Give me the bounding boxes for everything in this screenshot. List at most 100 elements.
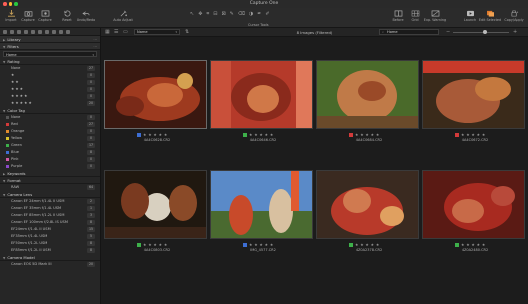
- edit-selected-button[interactable]: Edit Selected: [478, 10, 502, 26]
- picker-tool-icon[interactable]: ✒: [257, 11, 261, 17]
- image-thumbnail[interactable]: [104, 60, 207, 129]
- filter-row[interactable]: ★ ★ ★ 0: [0, 86, 100, 93]
- filter-row[interactable]: EF35mm f/1.4L USM 5: [0, 233, 100, 240]
- grid-button[interactable]: Grid: [408, 10, 422, 26]
- star-rating[interactable]: ★ ★ ★ ★ ★: [249, 242, 274, 247]
- capture-button[interactable]: Capture: [36, 10, 54, 26]
- brush-tool-icon[interactable]: ✎: [230, 11, 234, 17]
- search-input[interactable]: ⌕ Home: [379, 29, 439, 35]
- color-tag-indicator[interactable]: [455, 132, 459, 137]
- image-thumbnail-cell[interactable]: ★ ★ ★ ★ ★ 4A4C0672.CR2: [419, 37, 525, 157]
- copy-apply-button[interactable]: Copy/Apply: [503, 10, 525, 26]
- star-rating[interactable]: ★ ★ ★ ★ ★: [355, 132, 380, 137]
- filter-row[interactable]: EF85mm f/1.2L II USM 8: [0, 247, 100, 254]
- filters-section-header[interactable]: ▼ Filters ···: [0, 43, 100, 50]
- image-thumbnail-cell[interactable]: ★ ★ ★ ★ ★ 4A4C0684.CR2: [313, 37, 419, 157]
- more-icon[interactable]: ···: [93, 43, 97, 50]
- image-thumbnail[interactable]: [104, 170, 207, 239]
- exposure-tab-icon[interactable]: [31, 30, 35, 34]
- filter-row[interactable]: Canon EF 24mm f/1.4L II USM 2: [0, 198, 100, 205]
- more-icon[interactable]: ···: [93, 36, 97, 43]
- image-thumbnail[interactable]: [316, 60, 419, 129]
- image-thumbnail[interactable]: [210, 170, 313, 239]
- camera-button[interactable]: Capture: [20, 10, 36, 26]
- slider-handle[interactable]: [483, 30, 487, 34]
- color-tag-indicator[interactable]: [137, 242, 141, 247]
- adjustments-tab-icon[interactable]: [45, 30, 49, 34]
- image-thumbnail[interactable]: [422, 170, 525, 239]
- star-rating[interactable]: ★ ★ ★ ★ ★: [461, 242, 486, 247]
- color-tag-indicator[interactable]: [455, 242, 459, 247]
- color-tag-indicator[interactable]: [349, 242, 353, 247]
- filter-row[interactable]: Canon EF 100mm f/2.8L IS USM 8: [0, 219, 100, 226]
- metadata-tab-icon[interactable]: [52, 30, 56, 34]
- output-tab-icon[interactable]: [59, 30, 63, 34]
- batch-tab-icon[interactable]: [66, 30, 70, 34]
- filter-row[interactable]: Purple 0: [0, 163, 100, 170]
- zoom-out-icon[interactable]: −: [446, 29, 450, 35]
- image-thumbnail-cell[interactable]: ★ ★ ★ ★ ★ 4Z0A2480.CR2: [419, 147, 525, 267]
- filter-row[interactable]: None 27: [0, 65, 100, 72]
- select-tool-icon[interactable]: ✥: [198, 11, 202, 17]
- image-thumbnail[interactable]: [210, 60, 313, 129]
- filter-row[interactable]: Red 27: [0, 121, 100, 128]
- filter-row[interactable]: ★ ★ ★ ★ 0: [0, 93, 100, 100]
- filter-row[interactable]: RAW 64: [0, 184, 100, 191]
- filter-row[interactable]: None 0: [0, 114, 100, 121]
- exposure-warning-button[interactable]: Exp. Warning: [423, 10, 447, 26]
- image-thumbnail-cell[interactable]: ★ ★ ★ ★ ★ 4Z0A2378.CR2: [313, 147, 419, 267]
- filter-row[interactable]: ★ ★ ★ ★ ★ 20: [0, 100, 100, 107]
- filter-row[interactable]: Canon EF 85mm f/1.2L II USM 3: [0, 212, 100, 219]
- star-rating[interactable]: ★ ★ ★ ★ ★: [355, 242, 380, 247]
- auto-adjust-button[interactable]: Auto Adjust: [112, 10, 134, 26]
- library-tab-icon[interactable]: [3, 30, 7, 34]
- filter-row[interactable]: Blue 8: [0, 149, 100, 156]
- import-button[interactable]: Import: [2, 10, 20, 26]
- image-thumbnail-cell[interactable]: ★ ★ ★ ★ ★ 4A4C0628.CR2: [101, 37, 207, 157]
- image-thumbnail[interactable]: [422, 60, 525, 129]
- format-section-header[interactable]: ▼ Format: [0, 177, 100, 184]
- filter-row[interactable]: Green 17: [0, 142, 100, 149]
- filter-row[interactable]: Pink 0: [0, 156, 100, 163]
- library-section-header[interactable]: ▶ Library ···: [0, 36, 100, 43]
- star-rating[interactable]: ★ ★ ★ ★ ★: [249, 132, 274, 137]
- color-tab-icon[interactable]: [24, 30, 28, 34]
- crop-tool-icon[interactable]: ⌗: [206, 11, 209, 17]
- annotate-tool-icon[interactable]: ✐: [266, 11, 270, 17]
- star-rating[interactable]: ★ ★ ★ ★ ★: [143, 132, 168, 137]
- keystone-tool-icon[interactable]: ⊠: [221, 11, 225, 17]
- color-tag-indicator[interactable]: [243, 132, 247, 137]
- filter-row[interactable]: EF24mm f/1.4L II USM 15: [0, 226, 100, 233]
- rating-section-header[interactable]: ▼ Rating: [0, 58, 100, 65]
- camera-model-section-header[interactable]: ▼ Camera Model: [0, 254, 100, 261]
- filter-row[interactable]: ★ ★ 0: [0, 79, 100, 86]
- color-tag-section-header[interactable]: ▼ Color Tag: [0, 107, 100, 114]
- color-tag-indicator[interactable]: [137, 132, 141, 137]
- pan-tool-icon[interactable]: ↖: [190, 11, 194, 17]
- camera-lens-section-header[interactable]: ▼ Camera Lens: [0, 191, 100, 198]
- keywords-section-header[interactable]: ▶ Keywords: [0, 170, 100, 177]
- filter-row[interactable]: Orange 0: [0, 128, 100, 135]
- filter-row[interactable]: ★ 0: [0, 72, 100, 79]
- filter-row[interactable]: Canon EF 35mm f/1.4L USM 1: [0, 205, 100, 212]
- image-thumbnail-cell[interactable]: ★ ★ ★ ★ ★ 4A4C0646.CR2: [207, 37, 313, 157]
- filter-row[interactable]: Canon EOS 5D Mark III 20: [0, 261, 100, 268]
- color-tag-indicator[interactable]: [243, 242, 247, 247]
- filter-row[interactable]: EF50mm f/1.2L USM 8: [0, 240, 100, 247]
- before-after-button[interactable]: Before: [390, 10, 406, 26]
- image-thumbnail-cell[interactable]: ★ ★ ★ ★ ★ 4A4C0803.CR2: [101, 147, 207, 267]
- capture-tab-icon[interactable]: [10, 30, 14, 34]
- thumbnail-size-slider[interactable]: [453, 30, 509, 34]
- straighten-tool-icon[interactable]: ⊟: [213, 11, 217, 17]
- image-thumbnail[interactable]: [316, 170, 419, 239]
- lens-tab-icon[interactable]: [17, 30, 21, 34]
- eraser-tool-icon[interactable]: ⌫: [238, 11, 245, 17]
- launch-button[interactable]: Launch: [462, 10, 478, 26]
- zoom-in-icon[interactable]: +: [513, 29, 517, 35]
- filter-row[interactable]: Yellow 0: [0, 135, 100, 142]
- color-tag-indicator[interactable]: [349, 132, 353, 137]
- star-rating[interactable]: ★ ★ ★ ★ ★: [143, 242, 168, 247]
- filters-select[interactable]: Home ▾: [3, 51, 97, 57]
- gradient-tool-icon[interactable]: ◑: [249, 11, 253, 17]
- details-tab-icon[interactable]: [38, 30, 42, 34]
